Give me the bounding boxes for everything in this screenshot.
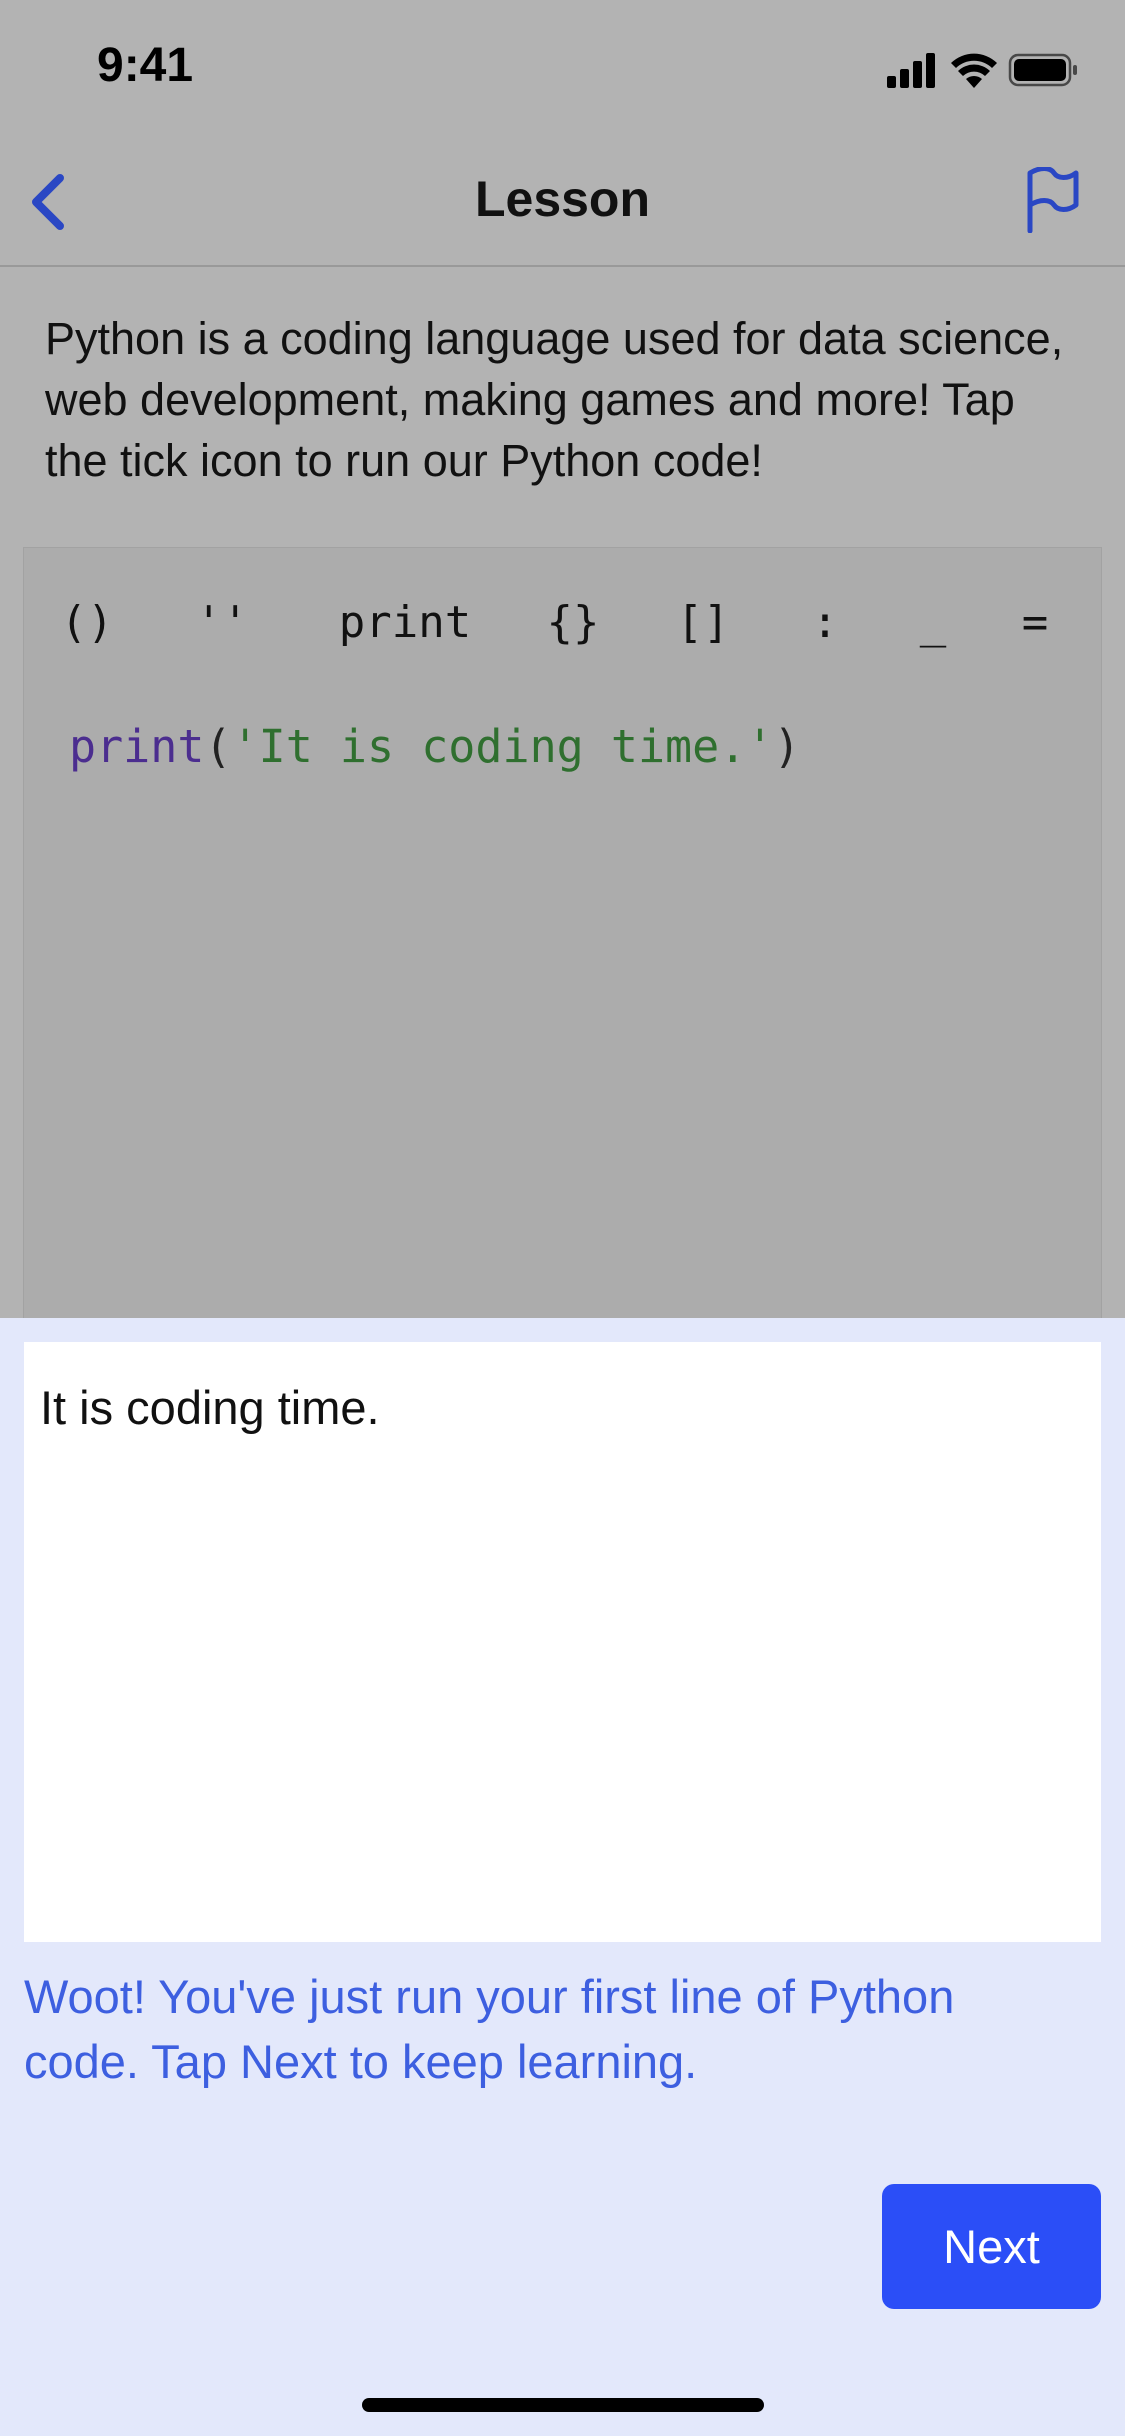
status-time: 9:41	[97, 39, 194, 92]
status-bar: 9:41	[0, 0, 1125, 140]
nav-bar: Lesson	[0, 140, 1125, 267]
output-console: It is coding time.	[24, 1342, 1101, 1942]
battery-icon	[1008, 53, 1077, 87]
code-string: 'It is coding time.'	[231, 720, 774, 773]
symbol-key-print[interactable]: print	[330, 588, 480, 658]
page-title: Lesson	[474, 171, 651, 227]
code-line[interactable]: print('It is coding time.')	[69, 720, 801, 773]
success-feedback: Woot! You've just run your first line of…	[24, 1970, 955, 2088]
symbol-key-braces[interactable]: {}	[538, 588, 608, 658]
symbol-key-underscore[interactable]: _	[908, 588, 958, 658]
code-close-paren: )	[773, 720, 801, 773]
symbol-key-colon[interactable]: :	[800, 588, 850, 658]
result-sheet: It is coding time. Woot! You've just run…	[0, 1318, 1125, 2436]
code-open-paren: (	[204, 720, 232, 773]
code-editor[interactable]: () '' print {} [] : _ = print('It is cod…	[24, 548, 1101, 1338]
wifi-icon	[951, 53, 997, 88]
lesson-instruction: Python is a coding language used for dat…	[45, 313, 1064, 486]
symbol-bar: () '' print {} [] : _ =	[24, 588, 1101, 658]
symbol-key-equals[interactable]: =	[1010, 588, 1060, 658]
home-indicator[interactable]	[362, 2398, 764, 2412]
symbol-key-quotes[interactable]: ''	[192, 588, 252, 658]
symbol-key-parens[interactable]: ()	[52, 588, 122, 658]
code-keyword: print	[69, 720, 205, 773]
next-button[interactable]: Next	[882, 2184, 1101, 2309]
output-text: It is coding time.	[40, 1381, 380, 1434]
report-flag-button[interactable]	[1019, 164, 1085, 236]
signal-icon	[887, 53, 935, 88]
symbol-key-brackets[interactable]: []	[668, 588, 738, 658]
status-icons	[887, 50, 1077, 90]
flag-icon	[1027, 167, 1079, 233]
